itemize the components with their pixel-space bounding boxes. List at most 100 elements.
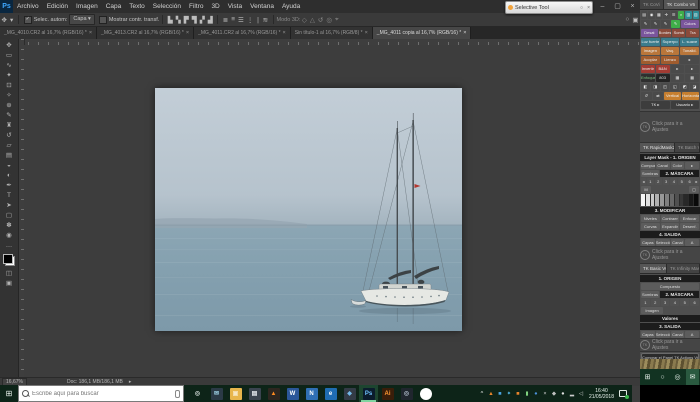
word[interactable]: W <box>283 385 302 402</box>
distribute-icon[interactable]: ≣ <box>221 16 229 24</box>
tk-mask-number-button[interactable]: 2 <box>651 299 660 306</box>
tk-ajustes-link[interactable]: TK Click para ir a Ajustes <box>640 111 700 143</box>
tk-combo-button[interactable]: ▦ <box>671 74 685 82</box>
tk-combo-button[interactable]: ◰ <box>661 83 670 91</box>
tk-combo-button[interactable]: Desat <box>641 29 658 37</box>
vlc[interactable]: ▲ <box>264 385 283 402</box>
tk-combo-button[interactable]: ◩ <box>680 83 689 91</box>
tk-output-button[interactable]: Canal <box>671 239 685 246</box>
distribute-icon[interactable]: ≡ <box>230 16 237 24</box>
tk-panel-tab[interactable]: TK CoVi <box>640 0 664 9</box>
edit-toolbar-button[interactable]: … <box>0 241 18 251</box>
gradient-tool[interactable]: ▤ <box>0 151 18 161</box>
mail[interactable]: ✉ <box>207 385 226 402</box>
task-view[interactable]: ◎ <box>188 385 207 402</box>
document-tab[interactable]: _MG_4011 copia al 16,7% (RGB/16) * × <box>373 27 472 39</box>
close-tab-icon[interactable]: × <box>463 30 466 36</box>
restore[interactable]: ▢ <box>610 0 625 13</box>
tk-combo-button[interactable]: ⇄ <box>653 92 664 100</box>
clone-stamp-tool[interactable]: ♜ <box>0 121 18 131</box>
photoshop[interactable]: Ps <box>359 385 378 402</box>
tray-icon[interactable]: × <box>541 391 549 397</box>
move-tool[interactable]: ✥ <box>0 41 18 51</box>
auto-select-checkbox[interactable]: ✓ <box>24 16 32 24</box>
tk-combo-button[interactable]: ◨ <box>651 83 660 91</box>
tk-combo-button[interactable]: Acoplar <box>641 56 660 64</box>
align-icon[interactable]: ▟ <box>206 16 214 24</box>
tk-mask-button[interactable]: Sombras <box>641 170 659 177</box>
tk-combo-button[interactable]: ↺ <box>641 92 652 100</box>
tk-output-button[interactable]: Capas <box>641 331 655 338</box>
tk-ajustes-link[interactable]: TK Click para ir a Ajustes <box>640 338 700 352</box>
tk-combo-button[interactable]: Horizontal <box>682 92 699 100</box>
menu-item[interactable]: 3D <box>207 0 223 13</box>
tk-combo-button[interactable]: ▸ <box>685 65 699 73</box>
brush-tool[interactable]: ✎ <box>0 111 18 121</box>
history-brush-tool[interactable]: ↺ <box>0 131 18 141</box>
tk-combo-button[interactable]: Tonalid. <box>680 47 699 55</box>
tk-mask-number-button[interactable]: 3 <box>661 299 670 306</box>
distribute-icon[interactable]: ⋮ <box>245 16 255 24</box>
illustrator[interactable]: Ai <box>378 385 397 402</box>
tk-combo-button[interactable]: ✎ <box>661 20 670 28</box>
tk-combo-button[interactable]: ◉ <box>648 11 654 19</box>
align-icon[interactable]: ▛ <box>182 16 190 24</box>
round-app[interactable]: ◎ <box>397 385 416 402</box>
dodge-tool[interactable]: ◐ <box>0 171 18 181</box>
search-input[interactable] <box>18 385 184 402</box>
workspace-icon[interactable]: ○ <box>624 16 631 24</box>
tk-mask-key[interactable] <box>694 194 699 206</box>
tk-combo-button[interactable]: L. suave <box>680 38 699 46</box>
tk-ajustes-link[interactable]: TK Click para ir a Ajustes <box>640 246 700 264</box>
tk-mask-number-button[interactable]: 1 <box>641 299 650 306</box>
color-swatches[interactable] <box>3 254 15 266</box>
lasso-tool[interactable]: ∿ <box>0 61 18 71</box>
tk-combo-button[interactable]: ▥ <box>685 11 691 19</box>
close-tab-icon[interactable]: × <box>283 30 286 36</box>
tk-mask-number-button[interactable]: 1 <box>647 178 654 185</box>
tk-imagen-button[interactable]: Imagen <box>641 307 663 314</box>
tk-combo-button[interactable]: ▦ <box>656 11 662 19</box>
tk-modify-button[interactable]: Curvas <box>641 223 660 230</box>
document-tab[interactable]: _MG_4010.CR2 al 16,7% (RGB/16) * × <box>0 27 97 39</box>
mode3d-icon[interactable]: ◎ <box>325 16 334 24</box>
marquee-tool[interactable]: ▭ <box>0 51 18 61</box>
tk-combo-button[interactable]: ◪ <box>690 83 699 91</box>
menu-item[interactable]: Selección <box>149 0 185 13</box>
close-tab-icon[interactable]: × <box>89 30 92 36</box>
tk-combo-button[interactable]: Somb <box>672 29 685 37</box>
move-tool-icon[interactable]: ✥ <box>0 16 8 24</box>
distribute-icon[interactable]: ≋ <box>261 16 269 24</box>
close-tab-icon[interactable]: × <box>186 30 189 36</box>
tray-icon[interactable]: ^ <box>478 391 486 397</box>
screen-mode-button[interactable]: ▣ <box>0 279 18 289</box>
tk-output-button[interactable]: Selección <box>656 239 670 246</box>
align-icon[interactable]: ▞ <box>198 16 206 24</box>
tk-output-button[interactable]: Capas <box>641 239 655 246</box>
tray-icon[interactable]: ▮ <box>523 391 531 397</box>
tk-combo-button[interactable]: Invertir <box>641 65 655 73</box>
tk-combo-button[interactable]: TK ▸ <box>641 101 670 109</box>
edge[interactable]: e <box>321 385 340 402</box>
tk-source-button[interactable]: ▸ <box>685 162 699 169</box>
tk-combo-button[interactable]: ☰ <box>671 11 677 19</box>
tk-combo-button[interactable]: Bordes <box>659 29 672 37</box>
tk-combo-button[interactable]: Imagen <box>641 47 660 55</box>
task-view-icon-2[interactable]: ◎ <box>671 369 684 385</box>
tk-mask-number-button[interactable]: 2 <box>655 178 662 185</box>
mode3d-icon[interactable]: △ <box>308 16 316 24</box>
tk-combo-button[interactable]: ▥ <box>693 11 699 19</box>
close[interactable]: × <box>625 0 640 13</box>
tk-combo-button[interactable]: Tra <box>686 29 699 37</box>
selective-tool-close[interactable]: × <box>585 5 592 11</box>
tk-panel-tab[interactable]: TK Basic V6 <box>640 264 667 273</box>
mode3d-icon[interactable]: ◇ <box>300 16 308 24</box>
tk-combo-button[interactable]: ▤ <box>641 11 647 19</box>
action-center-icon[interactable] <box>618 389 628 399</box>
mode3d-icon[interactable]: ⌖ <box>334 16 341 24</box>
crop-tool[interactable]: ⊡ <box>0 81 18 91</box>
tk-source-button[interactable]: Color <box>671 162 685 169</box>
tk-mask-number-button[interactable]: 6 <box>686 178 693 185</box>
show-transform-checkbox[interactable] <box>99 16 107 24</box>
path-selection-tool[interactable]: ➤ <box>0 201 18 211</box>
